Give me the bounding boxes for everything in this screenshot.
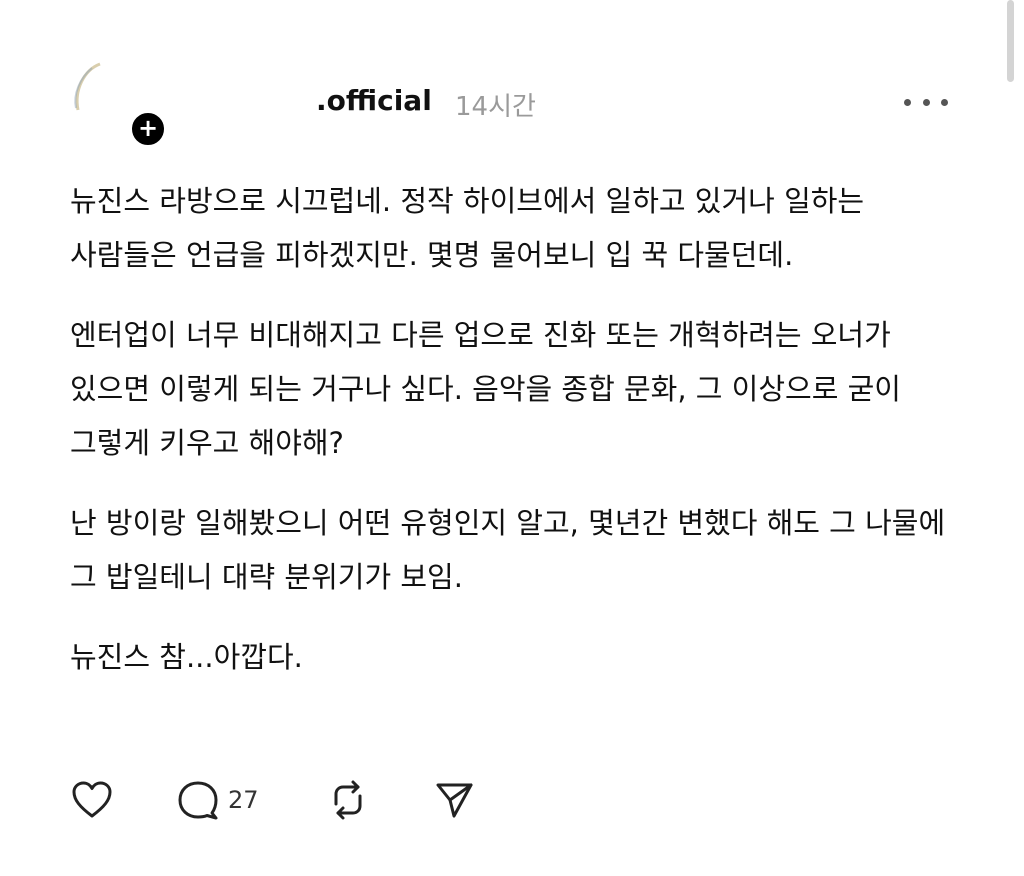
post-paragraph: 뉴진스 라방으로 시끄럽네. 정작 하이브에서 일하고 있거나 일하는 사람들은… (70, 184, 865, 272)
follow-plus-icon[interactable]: + (129, 110, 167, 148)
comment-count: 27 (228, 786, 259, 814)
share-button[interactable] (432, 778, 476, 822)
post-actions-bar: 27 (70, 778, 490, 822)
more-dot-icon (941, 98, 948, 106)
post-body: 뉴진스 라방으로 시끄럽네. 정작 하이브에서 일하고 있거나 일하는 사람들은… (70, 174, 950, 710)
username[interactable]: .official (316, 84, 432, 117)
scrollbar[interactable] (1007, 0, 1014, 82)
post-page: + .official 14시간 뉴진스 라방으로 시끄럽네. 정작 하이브에서… (0, 0, 1024, 876)
more-dot-icon (904, 98, 911, 106)
more-options-button[interactable] (904, 90, 948, 114)
send-icon (436, 783, 473, 818)
comment-bubble-icon (178, 781, 218, 820)
post-paragraph: 난 방이랑 일해봤으니 어떤 유형인지 알고, 몇년간 변했다 해도 그 나물에… (70, 506, 946, 594)
like-button[interactable] (70, 778, 114, 822)
repost-icon (334, 780, 362, 820)
post-timestamp: 14시간 (455, 92, 536, 122)
post-paragraph: 뉴진스 참...아깝다. (70, 640, 303, 674)
heart-icon (72, 781, 112, 818)
post-paragraph: 엔터업이 너무 비대해지고 다른 업으로 진화 또는 개혁하려는 오너가 있으면… (70, 318, 901, 460)
more-dot-icon (922, 98, 930, 106)
repost-button[interactable] (326, 778, 370, 822)
blurred-name-region (180, 86, 310, 116)
comment-button[interactable]: 27 (176, 778, 259, 822)
